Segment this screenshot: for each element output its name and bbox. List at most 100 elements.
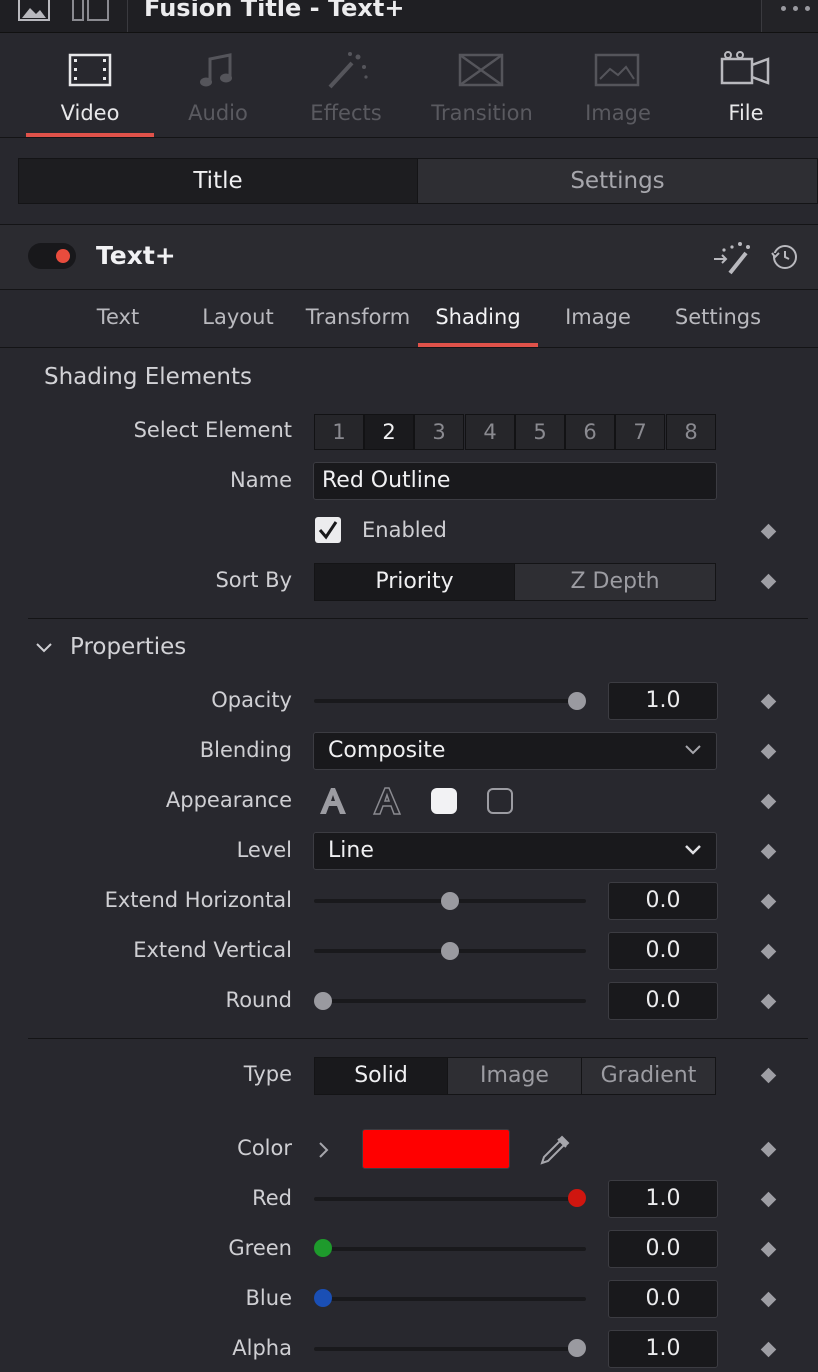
checkmark-icon xyxy=(318,521,338,540)
round-slider-knob[interactable] xyxy=(314,992,332,1010)
blue-slider-track[interactable] xyxy=(314,1297,586,1301)
green-value[interactable]: 0.0 xyxy=(608,1230,718,1268)
split-view-icon[interactable] xyxy=(72,0,110,22)
element-button-7[interactable]: 7 xyxy=(615,414,665,450)
tab-label: Effects xyxy=(310,101,382,125)
appearance-border-icon[interactable] xyxy=(487,788,513,814)
tab-image[interactable]: Image xyxy=(554,33,682,137)
keyframe-diamond[interactable] xyxy=(760,743,777,760)
file-camera-icon xyxy=(720,51,770,85)
text-outline-icon[interactable] xyxy=(372,786,402,816)
round-value[interactable]: 0.0 xyxy=(608,982,718,1020)
node-name: Text+ xyxy=(96,241,176,270)
tab-transition[interactable]: Transition xyxy=(418,33,546,137)
properties-title: Properties xyxy=(70,634,187,660)
subtab-text[interactable]: Text xyxy=(58,289,178,347)
reset-icon[interactable] xyxy=(770,243,800,271)
view-title-button[interactable]: Title xyxy=(19,159,418,203)
opacity-value[interactable]: 1.0 xyxy=(608,682,718,720)
element-button-5[interactable]: 5 xyxy=(515,414,565,450)
element-button-2[interactable]: 2 xyxy=(364,414,414,450)
keyframe-diamond[interactable] xyxy=(760,1341,777,1358)
toggle-indicator xyxy=(56,249,70,263)
extend-vertical-slider-knob[interactable] xyxy=(441,942,459,960)
blue-value[interactable]: 0.0 xyxy=(608,1280,718,1318)
round-slider-track[interactable] xyxy=(314,999,586,1003)
field-label: Appearance xyxy=(165,788,292,812)
type-gradient-button[interactable]: Gradient xyxy=(582,1058,715,1094)
opacity-slider-track[interactable] xyxy=(314,699,586,703)
subtab-settings[interactable]: Settings xyxy=(658,289,778,347)
tab-file[interactable]: File xyxy=(682,33,810,137)
type-solid-button[interactable]: Solid xyxy=(315,1058,448,1094)
title-bar: Fusion Title - Text+ xyxy=(0,0,818,33)
extend-horizontal-value[interactable]: 0.0 xyxy=(608,882,718,920)
keyframe-diamond[interactable] xyxy=(760,573,777,590)
element-button-4[interactable]: 4 xyxy=(465,414,515,450)
subtab-image[interactable]: Image xyxy=(538,289,658,347)
red-slider-track[interactable] xyxy=(314,1197,586,1201)
more-options-button[interactable] xyxy=(761,0,818,32)
level-dropdown[interactable]: Line xyxy=(313,832,717,870)
alpha-slider-knob[interactable] xyxy=(568,1339,586,1357)
element-button-8[interactable]: 8 xyxy=(666,414,716,450)
keyframe-diamond[interactable] xyxy=(760,793,777,810)
subtab-layout[interactable]: Layout xyxy=(178,289,298,347)
blue-slider-knob[interactable] xyxy=(314,1289,332,1307)
red-value[interactable]: 1.0 xyxy=(608,1180,718,1218)
green-slider-track[interactable] xyxy=(314,1247,586,1251)
name-input[interactable]: Red Outline xyxy=(313,462,717,500)
tab-effects[interactable]: Effects xyxy=(282,33,410,137)
active-underline xyxy=(26,133,154,137)
appearance-solid-icon[interactable] xyxy=(431,788,457,814)
extend-horizontal-slider-knob[interactable] xyxy=(441,892,459,910)
tab-label: Video xyxy=(60,101,120,125)
element-button-6[interactable]: 6 xyxy=(565,414,615,450)
element-button-1[interactable]: 1 xyxy=(314,414,364,450)
red-slider-knob[interactable] xyxy=(568,1189,586,1207)
element-button-3[interactable]: 3 xyxy=(414,414,464,450)
keyframe-diamond[interactable] xyxy=(760,993,777,1010)
view-settings-button[interactable]: Settings xyxy=(418,159,817,203)
color-swatch[interactable] xyxy=(362,1129,510,1169)
enabled-checkbox[interactable] xyxy=(315,517,341,543)
dot-icon xyxy=(781,6,786,11)
chevron-right-icon[interactable] xyxy=(316,1140,332,1160)
green-slider-knob[interactable] xyxy=(314,1239,332,1257)
field-label: Extend Horizontal xyxy=(104,888,292,912)
dot-icon xyxy=(793,6,798,11)
opacity-slider-knob[interactable] xyxy=(568,692,586,710)
sub-tabs: Text Layout Transform Shading Image Sett… xyxy=(0,289,818,348)
node-enable-toggle[interactable] xyxy=(28,243,76,269)
keyframe-diamond[interactable] xyxy=(760,943,777,960)
keyframe-diamond[interactable] xyxy=(760,1191,777,1208)
subtab-shading[interactable]: Shading xyxy=(418,289,538,347)
tab-label: Image xyxy=(585,101,651,125)
extend-vertical-value[interactable]: 0.0 xyxy=(608,932,718,970)
keyframe-diamond[interactable] xyxy=(760,523,777,540)
text-fill-icon[interactable] xyxy=(318,786,348,816)
keyframe-diamond[interactable] xyxy=(760,1141,777,1158)
tab-video[interactable]: Video xyxy=(26,33,154,137)
alpha-slider-track[interactable] xyxy=(314,1347,586,1351)
keyframe-diamond[interactable] xyxy=(760,843,777,860)
chevron-down-icon[interactable] xyxy=(34,640,54,656)
tab-audio[interactable]: Audio xyxy=(154,33,282,137)
sort-zdepth-button[interactable]: Z Depth xyxy=(515,564,715,600)
subtab-transform[interactable]: Transform xyxy=(298,289,418,347)
type-image-button[interactable]: Image xyxy=(448,1058,582,1094)
image-icon[interactable] xyxy=(18,0,50,22)
sort-priority-button[interactable]: Priority xyxy=(315,564,515,600)
blending-dropdown[interactable]: Composite xyxy=(313,732,717,770)
field-label: Select Element xyxy=(133,418,292,442)
keyframe-diamond[interactable] xyxy=(760,693,777,710)
chevron-down-icon xyxy=(685,745,701,755)
eyedropper-icon[interactable] xyxy=(538,1133,572,1167)
alpha-value[interactable]: 1.0 xyxy=(608,1330,718,1368)
keyframe-diamond[interactable] xyxy=(760,893,777,910)
keyframe-diamond[interactable] xyxy=(760,1291,777,1308)
magic-wand-icon[interactable] xyxy=(712,239,752,275)
field-label: Blue xyxy=(245,1286,292,1310)
keyframe-diamond[interactable] xyxy=(760,1067,777,1084)
keyframe-diamond[interactable] xyxy=(760,1241,777,1258)
